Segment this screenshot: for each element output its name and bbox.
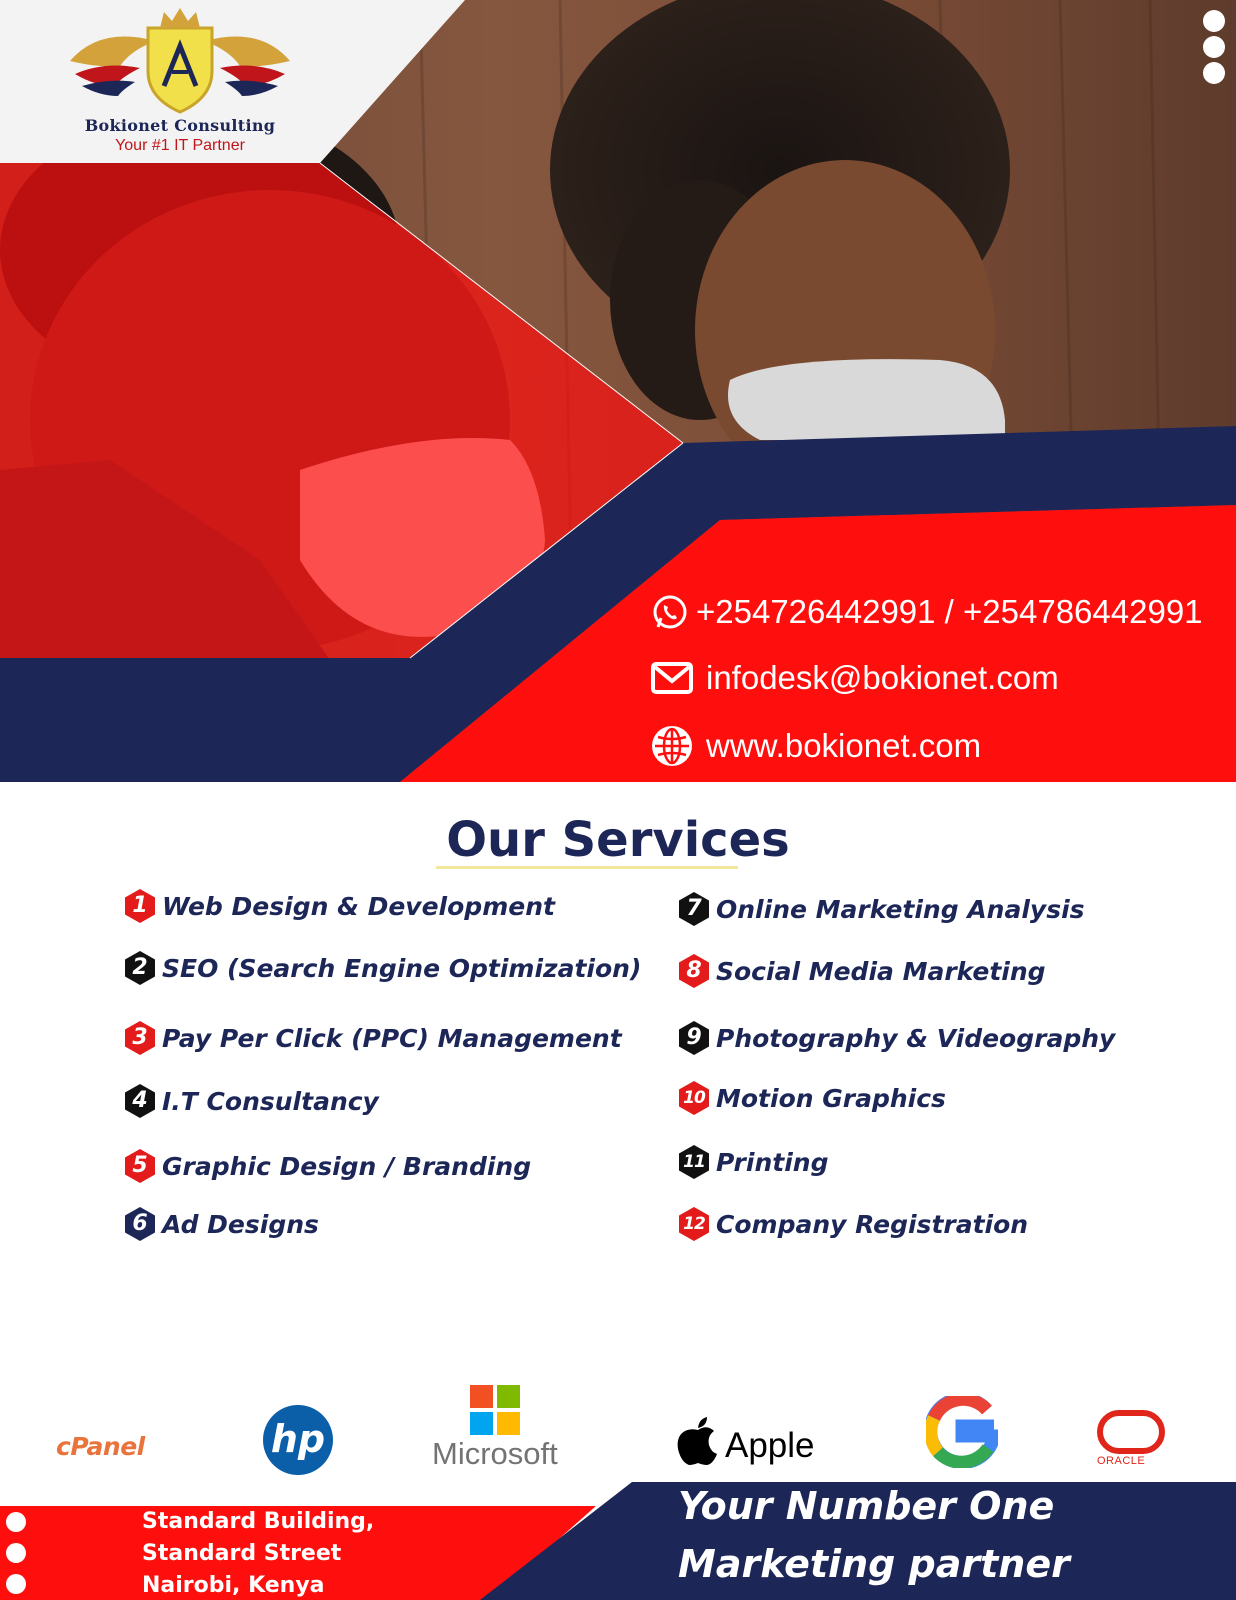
apple-logo-icon <box>677 1417 717 1465</box>
service-label: Company Registration <box>716 1209 1029 1239</box>
service-number: 8 <box>686 958 702 983</box>
service-label: Social Media Marketing <box>716 956 1046 986</box>
service-label: SEO (Search Engine Optimization) <box>162 953 642 983</box>
slogan-line-2: Marketing partner <box>678 1542 1070 1586</box>
service-item: 11 Printing <box>676 1144 828 1180</box>
brand-tagline: Your #1 IT Partner <box>115 137 245 154</box>
apple-logo-text: Apple <box>725 1426 815 1465</box>
title-underline <box>436 866 738 869</box>
service-item: 10 Motion Graphics <box>676 1080 946 1116</box>
service-label: Web Design & Development <box>162 891 555 921</box>
service-number: 6 <box>132 1211 148 1236</box>
number-badge-icon: 7 <box>676 891 712 927</box>
service-number: 1 <box>132 893 148 918</box>
mail-icon <box>651 662 693 694</box>
service-item: 4 I.T Consultancy <box>122 1083 379 1119</box>
cpanel-logo: cPanel <box>56 1432 145 1461</box>
service-item: 3 Pay Per Click (PPC) Management <box>122 1020 622 1056</box>
service-label: Graphic Design / Branding <box>162 1151 532 1181</box>
service-label: Printing <box>716 1147 829 1177</box>
service-item: 2 SEO (Search Engine Optimization) <box>122 950 641 986</box>
service-label: Photography & Videography <box>716 1023 1116 1053</box>
service-number: 4 <box>132 1088 148 1113</box>
service-number: 2 <box>132 955 148 980</box>
contact-website[interactable]: www.bokionet.com <box>650 724 981 768</box>
brand-name: Bokionet Consulting <box>84 116 276 135</box>
services-title: Our Services <box>446 812 790 868</box>
service-label: Online Marketing Analysis <box>716 894 1085 924</box>
service-number: 3 <box>132 1025 148 1050</box>
number-badge-icon: 9 <box>676 1020 712 1056</box>
company-logo[interactable]: Bokionet Consulting Your #1 IT Partner <box>60 6 300 156</box>
hero-banner: Bokionet Consulting Your #1 IT Partner +… <box>0 0 1236 782</box>
address-line-1: Standard Building, <box>142 1509 375 1534</box>
service-item: 5 Graphic Design / Branding <box>122 1148 531 1184</box>
hp-logo-text: hp <box>271 1417 325 1461</box>
contact-email[interactable]: infodesk@bokionet.com <box>650 656 1059 700</box>
service-item: 6 Ad Designs <box>122 1206 319 1242</box>
hp-logo: hp <box>263 1405 333 1475</box>
service-number: 7 <box>686 896 702 921</box>
google-logo: G <box>926 1396 998 1468</box>
service-item: 12 Company Registration <box>676 1206 1028 1242</box>
number-badge-icon: 12 <box>676 1206 712 1242</box>
slogan-line-1: Your Number One <box>678 1484 1055 1528</box>
number-badge-icon: 10 <box>676 1080 712 1116</box>
number-badge-icon: 8 <box>676 953 712 989</box>
phone-numbers: +254726442991 / +254786442991 <box>696 593 1203 630</box>
number-badge-icon: 11 <box>676 1144 712 1180</box>
microsoft-logo-text: Microsoft <box>432 1436 558 1471</box>
number-badge-icon: 3 <box>122 1020 158 1056</box>
contact-phone[interactable]: +254726442991 / +254786442991 <box>650 590 1203 634</box>
service-label: Motion Graphics <box>716 1083 946 1113</box>
logo-emblem-icon <box>70 8 290 114</box>
more-options-icon[interactable] <box>1200 10 1230 90</box>
number-badge-icon: 6 <box>122 1206 158 1242</box>
email-address: infodesk@bokionet.com <box>706 659 1059 696</box>
footer-dots-icon <box>6 1512 30 1600</box>
oracle-logo-text: ORACLE <box>1097 1455 1146 1467</box>
globe-icon <box>652 726 692 766</box>
number-badge-icon: 5 <box>122 1148 158 1184</box>
service-number: 12 <box>683 1214 706 1234</box>
service-number: 11 <box>683 1152 706 1172</box>
service-item: 9 Photography & Videography <box>676 1020 1115 1056</box>
microsoft-logo-icon <box>470 1385 520 1435</box>
number-badge-icon: 2 <box>122 950 158 986</box>
number-badge-icon: 1 <box>122 888 158 924</box>
service-item: 8 Social Media Marketing <box>676 953 1046 989</box>
service-label: Pay Per Click (PPC) Management <box>162 1023 622 1053</box>
address-line-3: Nairobi, Kenya <box>142 1573 325 1598</box>
service-item: 1 Web Design & Development <box>122 888 555 924</box>
website-url: www.bokionet.com <box>706 727 982 764</box>
service-number: 10 <box>683 1088 706 1108</box>
number-badge-icon: 4 <box>122 1083 158 1119</box>
whatsapp-icon <box>653 595 687 629</box>
service-item: 7 Online Marketing Analysis <box>676 891 1085 927</box>
address-line-2: Standard Street <box>142 1541 342 1566</box>
oracle-logo-icon <box>1097 1410 1165 1454</box>
service-label: Ad Designs <box>162 1209 319 1239</box>
service-label: I.T Consultancy <box>162 1086 379 1116</box>
service-number: 9 <box>686 1025 702 1050</box>
service-number: 5 <box>132 1153 148 1178</box>
